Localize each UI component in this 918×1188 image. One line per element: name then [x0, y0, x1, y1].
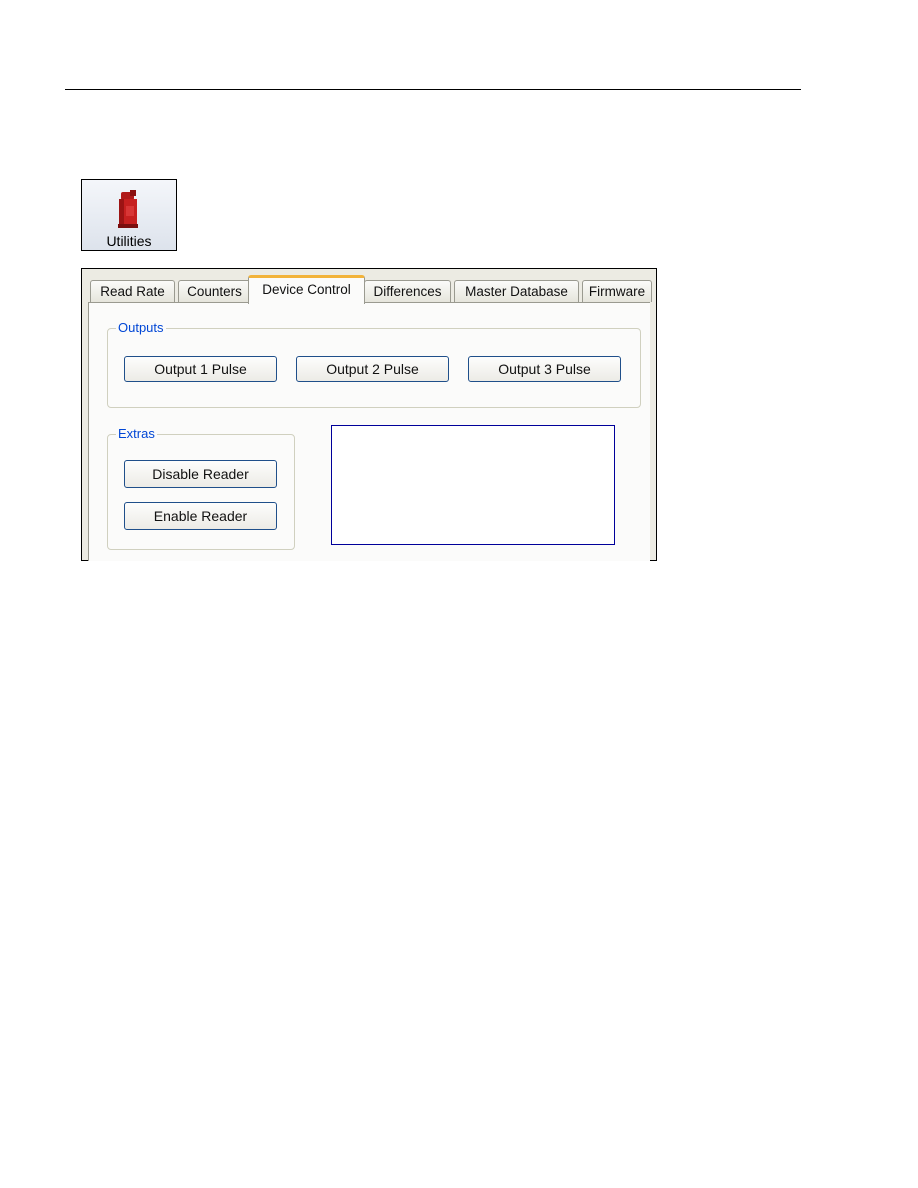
status-log-box[interactable]: [331, 425, 615, 545]
tab-firmware[interactable]: Firmware: [582, 280, 652, 302]
utilities-button[interactable]: Utilities: [81, 179, 177, 251]
outputs-group-label: Outputs: [116, 320, 166, 335]
utilities-label: Utilities: [106, 233, 152, 249]
device-control-panel: Outputs Output 1 Pulse Output 2 Pulse Ou…: [88, 302, 650, 561]
tab-differences[interactable]: Differences: [364, 280, 451, 302]
outputs-group: Outputs Output 1 Pulse Output 2 Pulse Ou…: [107, 320, 641, 408]
utilities-dialog: Read Rate Counters Device Control Differ…: [81, 268, 657, 561]
tab-counters[interactable]: Counters: [178, 280, 251, 302]
output-1-pulse-button[interactable]: Output 1 Pulse: [124, 356, 277, 382]
tab-read-rate[interactable]: Read Rate: [90, 280, 175, 302]
output-3-pulse-button[interactable]: Output 3 Pulse: [468, 356, 621, 382]
tab-master-database[interactable]: Master Database: [454, 280, 579, 302]
reader-device-icon: [118, 190, 138, 228]
extras-group: Extras Disable Reader Enable Reader: [107, 426, 295, 550]
output-2-pulse-button[interactable]: Output 2 Pulse: [296, 356, 449, 382]
extras-group-label: Extras: [116, 426, 157, 441]
header-rule: [65, 89, 801, 90]
tab-device-control[interactable]: Device Control: [248, 275, 365, 304]
disable-reader-button[interactable]: Disable Reader: [124, 460, 277, 488]
enable-reader-button[interactable]: Enable Reader: [124, 502, 277, 530]
